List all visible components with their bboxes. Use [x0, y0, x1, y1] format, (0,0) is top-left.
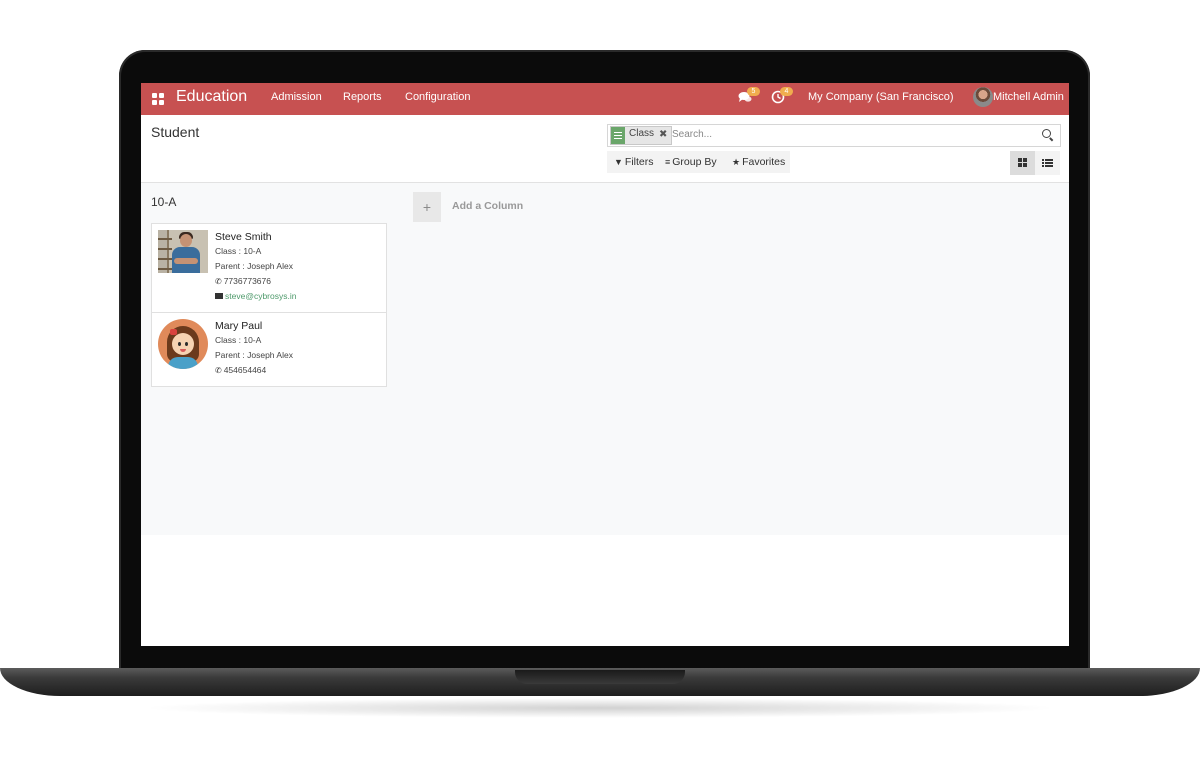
filter-icon: ▼	[614, 157, 623, 167]
menu-reports[interactable]: Reports	[343, 91, 382, 103]
student-parent: Parent : Joseph Alex	[215, 261, 293, 271]
student-card[interactable]: Mary Paul Class : 10-A Parent : Joseph A…	[151, 312, 387, 387]
list-view-button[interactable]	[1035, 151, 1060, 175]
search-facet-class[interactable]: Class ✖	[610, 126, 672, 145]
student-email-row: steve@cybrosys.in	[215, 291, 296, 301]
favorites-label: Favorites	[742, 156, 786, 168]
activities-button[interactable]: 4	[771, 87, 793, 106]
phone-icon: ✆	[215, 366, 222, 375]
messages-button[interactable]: 5	[738, 87, 760, 106]
bars-icon: ≡	[665, 157, 671, 167]
student-name: Mary Paul	[215, 320, 263, 332]
phone-icon: ✆	[215, 277, 222, 286]
facet-label: Class	[629, 128, 655, 139]
search-options-bar: ▼ Filters ≡ Group By ★ Favorites	[607, 151, 790, 173]
user-menu[interactable]: Mitchell Admin	[993, 91, 1064, 103]
student-class: Class : 10-A	[215, 246, 262, 256]
kanban-view: 10-A Steve Smith Class : 10-A Parent : J…	[141, 183, 1069, 535]
add-column-button[interactable]: +	[413, 192, 441, 222]
group-by-icon	[611, 127, 625, 144]
star-icon: ★	[732, 157, 741, 167]
search-input[interactable]	[672, 127, 1032, 142]
envelope-icon	[215, 293, 223, 299]
top-navbar: Education Admission Reports Configuratio…	[141, 83, 1069, 115]
activities-badge: 4	[780, 87, 793, 96]
group-by-button[interactable]: ≡ Group By	[665, 156, 717, 168]
add-column-label[interactable]: Add a Column	[452, 200, 523, 212]
app-brand[interactable]: Education	[176, 88, 247, 106]
search-bar: Class ✖	[607, 124, 1061, 147]
facet-remove-icon[interactable]: ✖	[659, 129, 667, 140]
kanban-view-button[interactable]	[1010, 151, 1035, 175]
menu-admission[interactable]: Admission	[271, 91, 322, 103]
student-card[interactable]: Steve Smith Class : 10-A Parent : Joseph…	[151, 223, 387, 313]
student-email[interactable]: steve@cybrosys.in	[225, 291, 296, 301]
student-avatar	[158, 319, 208, 369]
laptop-notch	[515, 670, 685, 684]
favorites-button[interactable]: ★ Favorites	[732, 156, 785, 168]
student-name: Steve Smith	[215, 231, 272, 243]
company-switcher[interactable]: My Company (San Francisco)	[808, 91, 954, 103]
user-avatar[interactable]	[973, 87, 993, 107]
search-icon[interactable]	[1042, 129, 1054, 142]
app-screen: Education Admission Reports Configuratio…	[141, 83, 1069, 646]
group-by-label: Group By	[672, 156, 717, 168]
student-class: Class : 10-A	[215, 335, 262, 345]
view-switcher	[1010, 151, 1060, 175]
student-parent: Parent : Joseph Alex	[215, 350, 293, 360]
student-phone: 7736773676	[223, 276, 271, 286]
messages-badge: 5	[747, 87, 760, 96]
apps-menu-icon[interactable]	[152, 93, 164, 105]
page-title: Student	[151, 124, 200, 140]
student-phone-row: ✆ 454654464	[215, 365, 266, 375]
student-phone: 454654464	[223, 365, 267, 375]
student-phone-row: ✆ 7736773676	[215, 276, 271, 286]
laptop-shadow	[140, 698, 1060, 718]
menu-configuration[interactable]: Configuration	[405, 91, 470, 103]
student-photo	[158, 230, 208, 273]
kanban-column-title[interactable]: 10-A	[151, 195, 176, 209]
filters-label: Filters	[624, 156, 654, 168]
filters-button[interactable]: ▼ Filters	[614, 156, 654, 168]
